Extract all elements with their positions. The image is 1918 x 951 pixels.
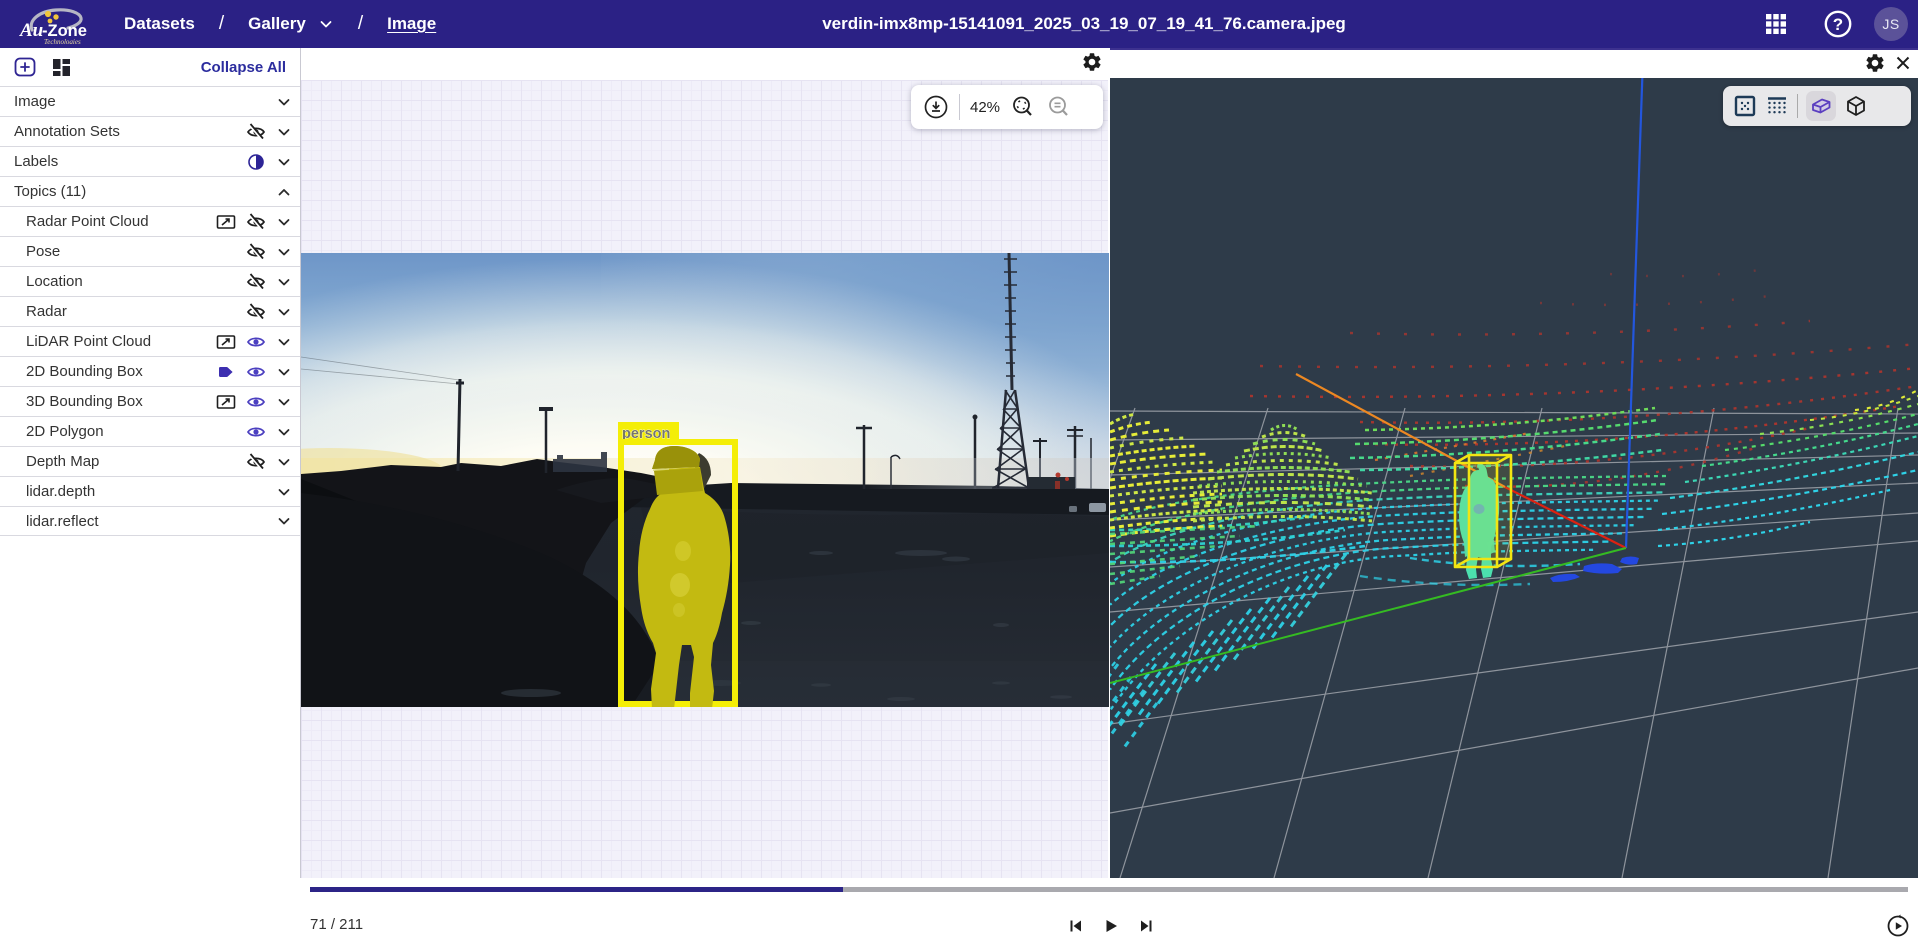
- svg-text:?: ?: [1833, 15, 1843, 34]
- svg-text:Au: Au: [19, 20, 43, 41]
- svg-text:Technologies: Technologies: [44, 38, 81, 44]
